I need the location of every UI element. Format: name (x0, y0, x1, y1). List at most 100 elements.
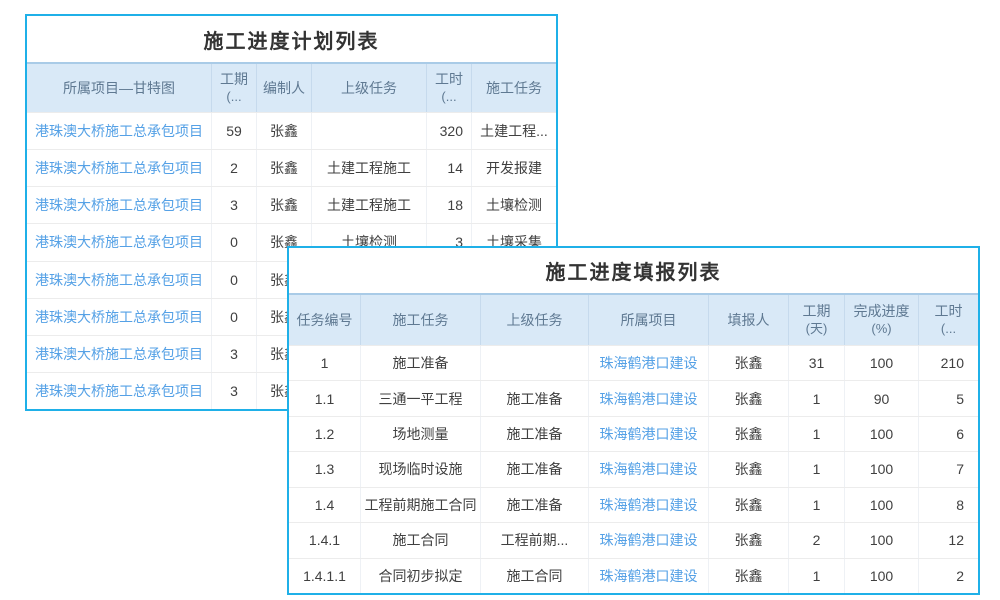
table-row: 1施工准备 珠海鹤港口建设张鑫31100210 (289, 345, 978, 380)
column-header-project: 所属项目 (589, 295, 709, 345)
cell-task_no: 1.4 (289, 488, 361, 522)
column-header-reporter: 填报人 (709, 295, 789, 345)
project-link[interactable]: 港珠澳大桥施工总承包项目 (27, 113, 212, 149)
cell-task: 土建工程... (472, 113, 556, 149)
cell-parent_task: 施工合同 (481, 559, 589, 593)
table-row: 1.4.1.1合同初步拟定施工合同珠海鹤港口建设张鑫11002 (289, 558, 978, 593)
column-header-task: 施工任务 (361, 295, 481, 345)
project-link[interactable]: 珠海鹤港口建设 (589, 417, 709, 451)
cell-parent_task: 施工准备 (481, 417, 589, 451)
project-link[interactable]: 珠海鹤港口建设 (589, 346, 709, 380)
cell-duration: 1 (789, 559, 845, 593)
column-header-progress: 完成进度(%) (845, 295, 919, 345)
cell-author: 张鑫 (257, 187, 312, 223)
project-link[interactable]: 港珠澳大桥施工总承包项目 (27, 373, 212, 409)
cell-duration: 0 (212, 299, 257, 335)
cell-hours: 5 (919, 381, 978, 415)
cell-hours: 14 (427, 150, 472, 186)
cell-duration: 59 (212, 113, 257, 149)
cell-hours: 7 (919, 452, 978, 486)
cell-reporter: 张鑫 (709, 452, 789, 486)
cell-author: 张鑫 (257, 113, 312, 149)
cell-parent_task: 施工准备 (481, 488, 589, 522)
cell-reporter: 张鑫 (709, 488, 789, 522)
cell-hours: 210 (919, 346, 978, 380)
cell-parent_task: 施工准备 (481, 452, 589, 486)
project-link[interactable]: 珠海鹤港口建设 (589, 559, 709, 593)
cell-progress: 100 (845, 559, 919, 593)
cell-reporter: 张鑫 (709, 346, 789, 380)
cell-hours: 8 (919, 488, 978, 522)
table-row: 1.1三通一平工程施工准备珠海鹤港口建设张鑫1905 (289, 380, 978, 415)
cell-task_no: 1 (289, 346, 361, 380)
cell-task: 开发报建 (472, 150, 556, 186)
column-header-parent_task: 上级任务 (312, 64, 427, 112)
cell-task: 施工准备 (361, 346, 481, 380)
cell-duration: 0 (212, 224, 257, 260)
cell-progress: 100 (845, 523, 919, 557)
plan-table-header-row: 所属项目—甘特图工期(...编制人上级任务工时(...施工任务 (27, 62, 556, 112)
cell-duration: 3 (212, 187, 257, 223)
cell-progress: 100 (845, 417, 919, 451)
project-link[interactable]: 港珠澳大桥施工总承包项目 (27, 262, 212, 298)
cell-author: 张鑫 (257, 150, 312, 186)
column-header-task: 施工任务 (472, 64, 556, 112)
report-table-title: 施工进度填报列表 (289, 248, 978, 293)
project-link[interactable]: 港珠澳大桥施工总承包项目 (27, 187, 212, 223)
cell-parent_task (312, 113, 427, 149)
column-header-author: 编制人 (257, 64, 312, 112)
table-row: 1.4工程前期施工合同施工准备珠海鹤港口建设张鑫11008 (289, 487, 978, 522)
cell-hours: 18 (427, 187, 472, 223)
cell-duration: 3 (212, 336, 257, 372)
cell-task: 现场临时设施 (361, 452, 481, 486)
project-link[interactable]: 港珠澳大桥施工总承包项目 (27, 224, 212, 260)
cell-reporter: 张鑫 (709, 523, 789, 557)
project-link[interactable]: 港珠澳大桥施工总承包项目 (27, 299, 212, 335)
cell-task: 场地测量 (361, 417, 481, 451)
cell-duration: 2 (789, 523, 845, 557)
cell-progress: 100 (845, 488, 919, 522)
table-row: 港珠澳大桥施工总承包项目59张鑫 320土建工程... (27, 112, 556, 149)
project-link[interactable]: 港珠澳大桥施工总承包项目 (27, 336, 212, 372)
cell-task_no: 1.4.1.1 (289, 559, 361, 593)
cell-task_no: 1.3 (289, 452, 361, 486)
table-row: 港珠澳大桥施工总承包项目2张鑫土建工程施工14开发报建 (27, 149, 556, 186)
column-header-duration: 工期(天) (789, 295, 845, 345)
project-link[interactable]: 珠海鹤港口建设 (589, 381, 709, 415)
column-header-hours: 工时(... (427, 64, 472, 112)
report-table-body: 1施工准备珠海鹤港口建设张鑫311002101.1三通一平工程施工准备珠海鹤港口… (289, 345, 978, 593)
cell-hours: 320 (427, 113, 472, 149)
cell-task: 施工合同 (361, 523, 481, 557)
cell-hours: 6 (919, 417, 978, 451)
cell-task: 土壤检测 (472, 187, 556, 223)
table-row: 1.3现场临时设施施工准备珠海鹤港口建设张鑫11007 (289, 451, 978, 486)
cell-duration: 1 (789, 417, 845, 451)
project-link[interactable]: 珠海鹤港口建设 (589, 488, 709, 522)
project-link[interactable]: 珠海鹤港口建设 (589, 452, 709, 486)
table-row: 港珠澳大桥施工总承包项目3张鑫土建工程施工18土壤检测 (27, 186, 556, 223)
cell-duration: 1 (789, 488, 845, 522)
cell-duration: 3 (212, 373, 257, 409)
cell-parent_task (481, 346, 589, 380)
cell-task: 三通一平工程 (361, 381, 481, 415)
cell-task_no: 1.1 (289, 381, 361, 415)
cell-hours: 12 (919, 523, 978, 557)
cell-task_no: 1.2 (289, 417, 361, 451)
cell-parent_task: 施工准备 (481, 381, 589, 415)
cell-duration: 31 (789, 346, 845, 380)
table-row: 1.2场地测量施工准备珠海鹤港口建设张鑫11006 (289, 416, 978, 451)
cell-progress: 100 (845, 346, 919, 380)
column-header-task_no: 任务编号 (289, 295, 361, 345)
progress-report-table-panel: 施工进度填报列表 任务编号施工任务上级任务所属项目填报人工期(天)完成进度(%)… (287, 246, 980, 595)
cell-progress: 90 (845, 381, 919, 415)
cell-task_no: 1.4.1 (289, 523, 361, 557)
cell-reporter: 张鑫 (709, 417, 789, 451)
cell-duration: 1 (789, 381, 845, 415)
project-link[interactable]: 港珠澳大桥施工总承包项目 (27, 150, 212, 186)
cell-parent_task: 工程前期... (481, 523, 589, 557)
project-link[interactable]: 珠海鹤港口建设 (589, 523, 709, 557)
cell-duration: 0 (212, 262, 257, 298)
cell-parent_task: 土建工程施工 (312, 150, 427, 186)
plan-table-title: 施工进度计划列表 (27, 16, 556, 62)
column-header-parent_task: 上级任务 (481, 295, 589, 345)
